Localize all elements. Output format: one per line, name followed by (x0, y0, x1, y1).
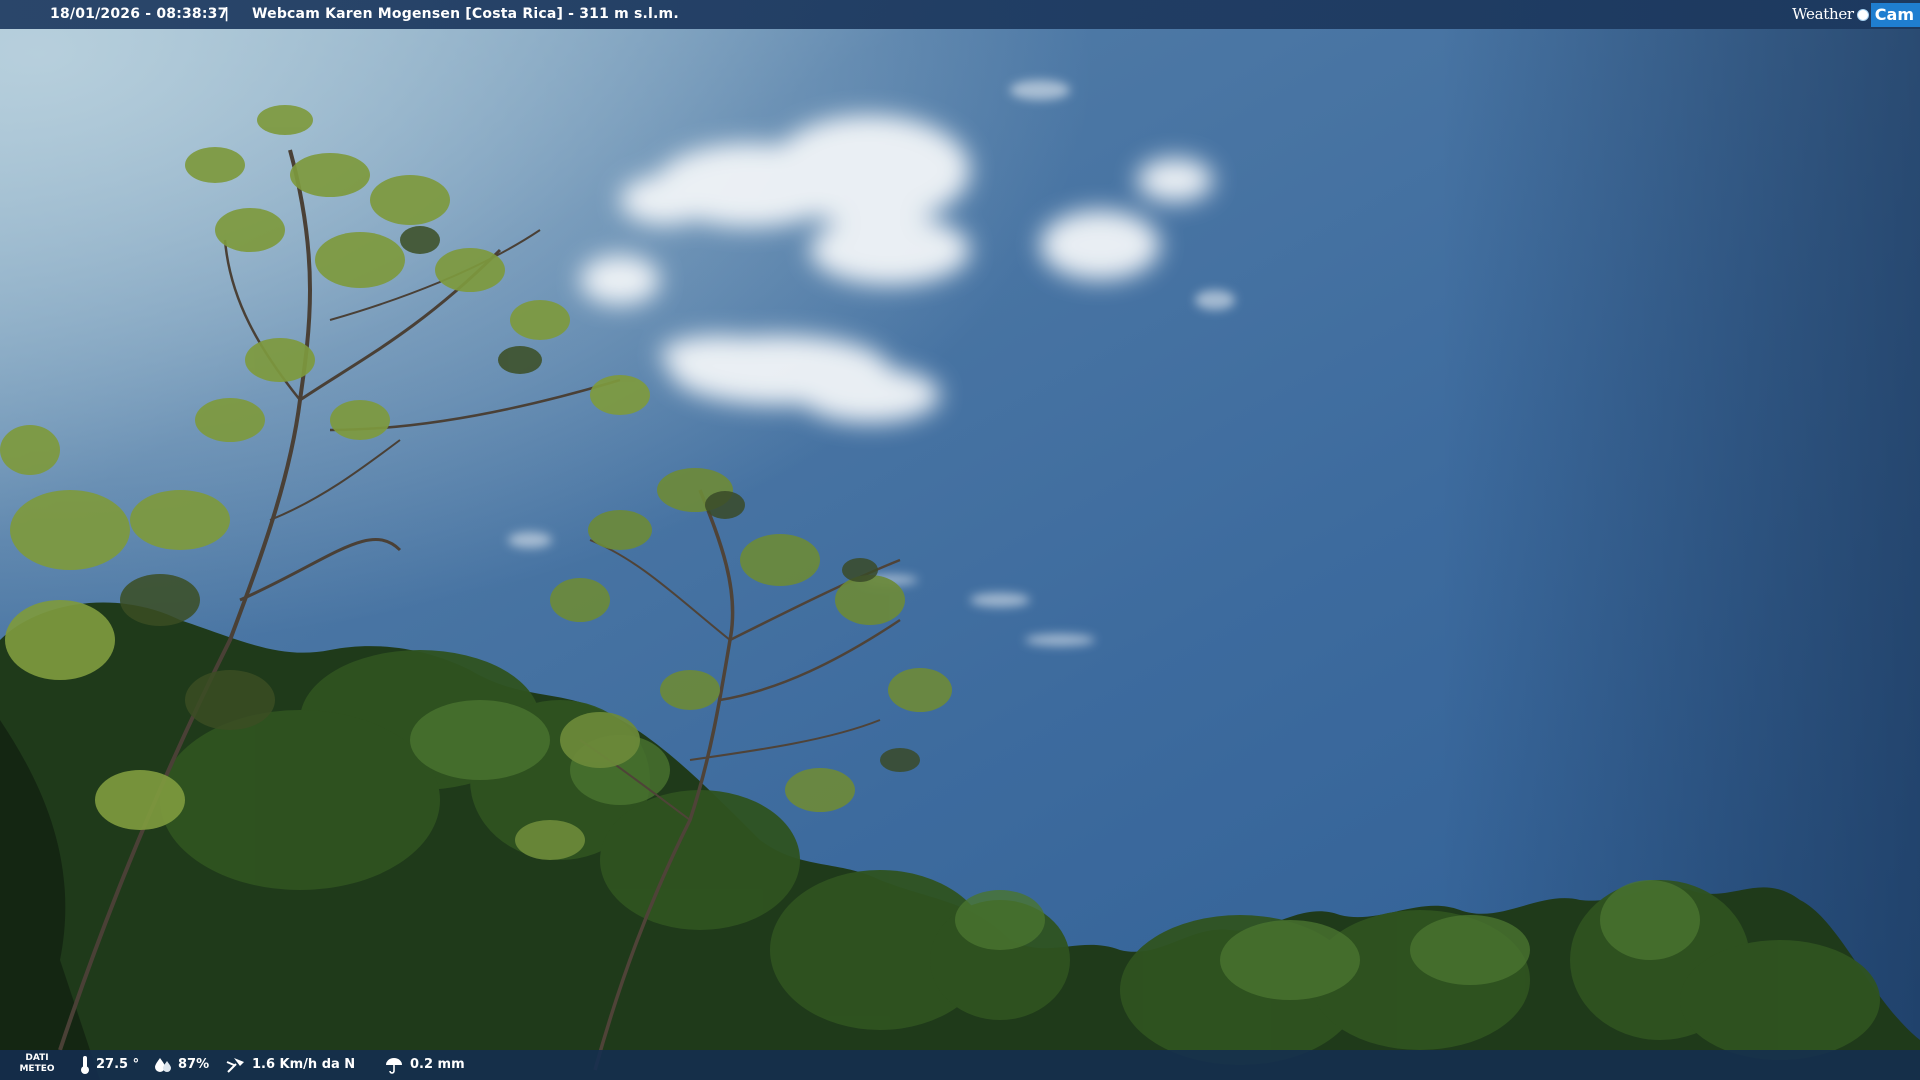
rain-reading: 0.2 mm (384, 1050, 465, 1080)
humidity-icon (155, 1058, 171, 1072)
weathercam-logo: Weather Cam (1792, 0, 1920, 29)
humidity-value: 87% (178, 1057, 210, 1072)
top-info-bar: 18/01/2026 - 08:38:37 | Webcam Karen Mog… (0, 0, 1920, 29)
wind-value: 1.6 Km/h da N (252, 1057, 356, 1072)
weather-data-label: DATI METEO (19, 1053, 55, 1074)
logo-dot-icon (1856, 8, 1869, 21)
temperature-reading: 27.5 ° (80, 1050, 139, 1080)
timestamp: 18/01/2026 - 08:38:37 (50, 6, 228, 22)
thermometer-icon (81, 1056, 89, 1074)
webcam-title: Webcam Karen Mogensen [Costa Rica] - 311… (252, 6, 679, 22)
humidity-reading: 87% (154, 1050, 209, 1080)
webcam-scene (0, 0, 1920, 1080)
rain-icon (386, 1058, 402, 1074)
wind-reading: 1.6 Km/h da N (226, 1050, 355, 1080)
rain-value: 0.2 mm (410, 1057, 465, 1072)
logo-text-weather: Weather (1792, 5, 1854, 23)
title-separator: | (224, 6, 230, 22)
temperature-value: 27.5 ° (96, 1057, 140, 1072)
weather-data-bar: DATI METEO 27.5 ° 87% 1.6 Km/h da N 0.2 … (0, 1050, 1920, 1080)
wind-icon (226, 1058, 244, 1073)
logo-text-cam: Cam (1870, 2, 1920, 27)
